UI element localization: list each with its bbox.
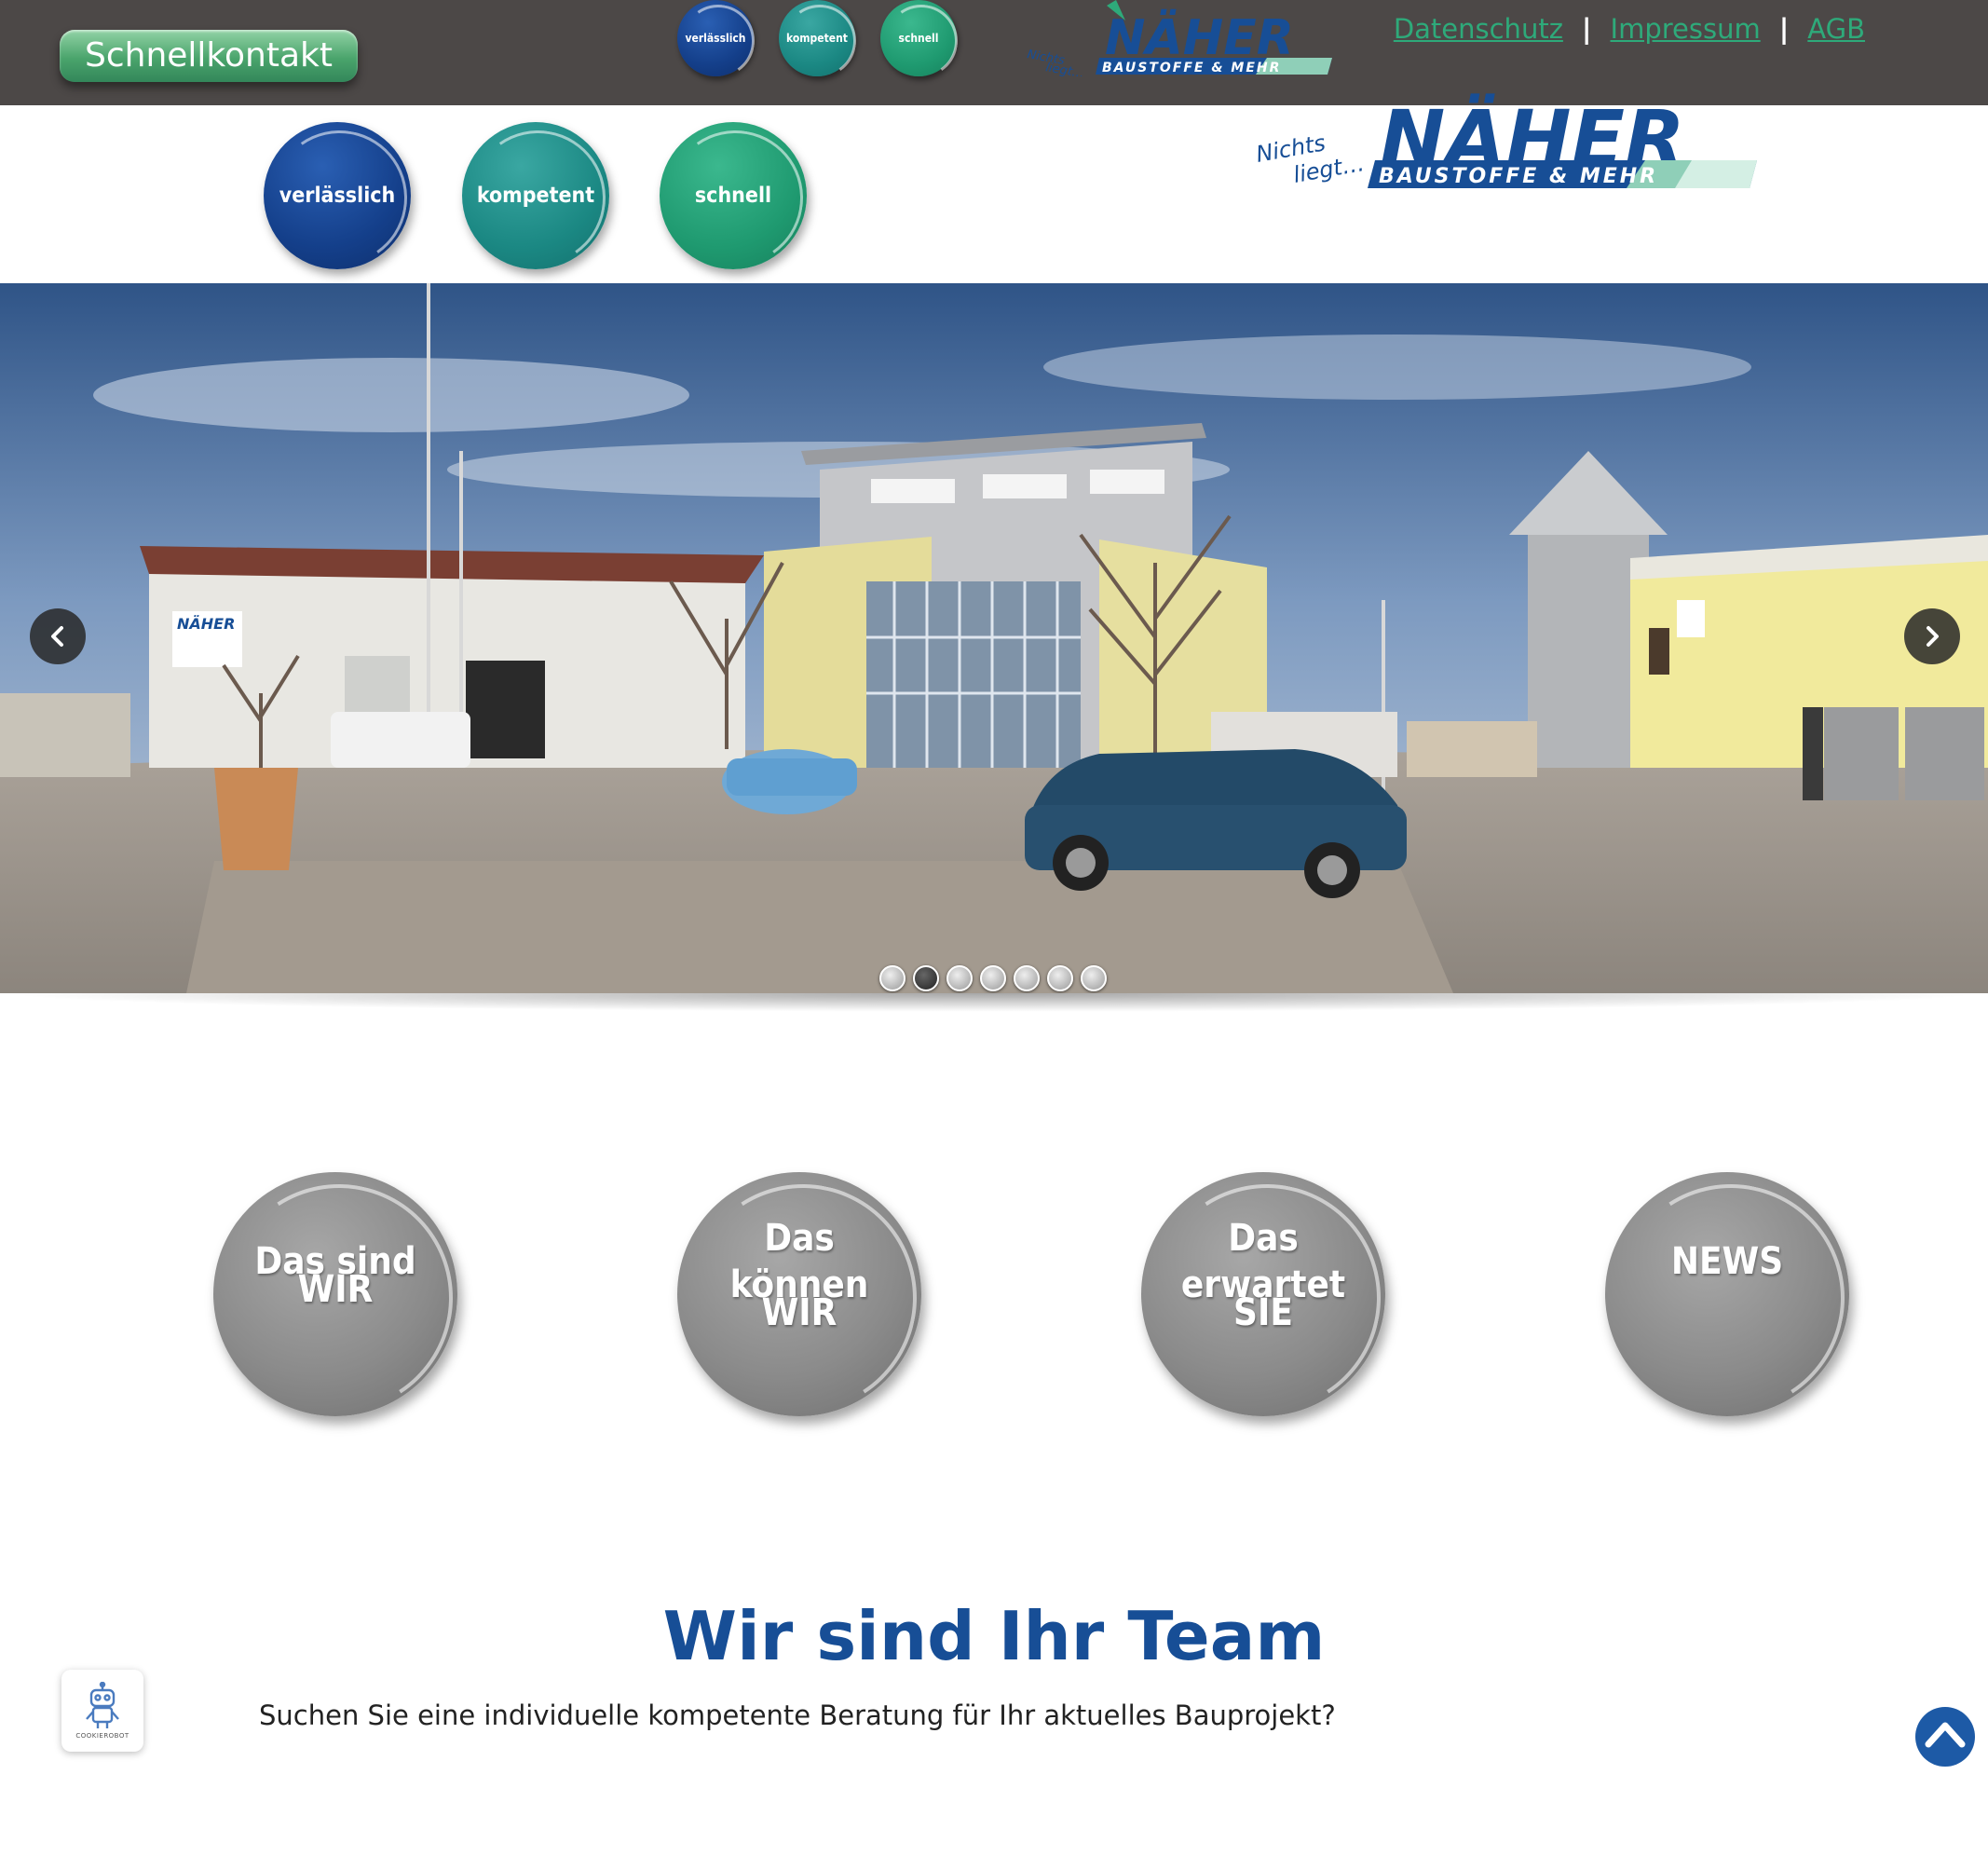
slider-pagination	[879, 965, 1107, 991]
badge-verlaesslich[interactable]: verlässlich	[264, 122, 411, 269]
slider-dot[interactable]	[946, 965, 973, 991]
feature-line-1: Das sind	[254, 1240, 416, 1283]
feature-line-2: SIE	[1233, 1291, 1293, 1334]
slider-dot[interactable]	[1047, 965, 1073, 991]
feature-line-2: WIR	[297, 1268, 374, 1311]
badge-schnell[interactable]: schnell	[660, 122, 807, 269]
legal-links: Datenschutz | Impressum | AGB	[1394, 13, 1865, 45]
feature-line-1: Das können	[729, 1217, 869, 1306]
chevron-left-icon	[51, 626, 63, 647]
cookie-label: COOKIEROBOT	[75, 1732, 129, 1740]
feature-line-1: Das erwartet	[1180, 1217, 1346, 1306]
badge-label: schnell	[898, 32, 939, 45]
feature-label: Das sind WIR	[254, 1240, 415, 1313]
slider-dot[interactable]	[1014, 965, 1040, 991]
chevron-right-icon	[1927, 626, 1939, 647]
imprint-link[interactable]: Impressum	[1611, 13, 1761, 45]
feature-what-to-expect[interactable]: Das erwartet SIE	[1141, 1172, 1385, 1416]
brand-logo[interactable]: NÄHER BAUSTOFFE & MEHR Nichts liegt…	[1254, 93, 1757, 196]
badge-kompetent[interactable]: kompetent	[462, 122, 609, 269]
team-heading: Wir sind Ihr Team	[662, 1597, 1326, 1675]
logo-sub-text: BAUSTOFFE & MEHR	[1379, 165, 1658, 188]
building-sign-text: NÄHER	[177, 615, 235, 633]
feature-label: Das können WIR	[692, 1217, 906, 1336]
brand-logo-small[interactable]: NÄHER BAUSTOFFE & MEHR Nichts liegt…	[1025, 0, 1332, 76]
feature-news[interactable]: NEWS	[1605, 1172, 1849, 1416]
link-separator: |	[1778, 13, 1790, 45]
hero-slider[interactable]: NÄHER	[0, 283, 1988, 993]
terms-link[interactable]: AGB	[1807, 13, 1865, 45]
slider-dot[interactable]	[879, 965, 905, 991]
hero-shadow	[0, 993, 1988, 1012]
slider-dot[interactable]	[1081, 965, 1107, 991]
feature-about-us[interactable]: Das sind WIR	[213, 1172, 457, 1416]
badge-schnell-small[interactable]: schnell	[880, 0, 957, 76]
slider-prev-button[interactable]	[30, 608, 86, 664]
link-separator: |	[1581, 13, 1592, 45]
slider-dot[interactable]	[913, 965, 939, 991]
logo-tagline-2: liegt…	[1044, 61, 1085, 76]
slider-dot[interactable]	[980, 965, 1006, 991]
logo-sub-text: BAUSTOFFE & MEHR	[1102, 61, 1281, 75]
slider-next-button[interactable]	[1904, 608, 1960, 664]
badge-verlaesslich-small[interactable]: verlässlich	[677, 0, 754, 76]
badge-label: schnell	[694, 184, 772, 208]
team-intro-text: Suchen Sie eine individuelle kompetente …	[259, 1699, 1336, 1731]
feature-label: Das erwartet SIE	[1156, 1217, 1370, 1336]
badge-kompetent-small[interactable]: kompetent	[779, 0, 855, 76]
feature-line-2: WIR	[761, 1291, 837, 1334]
badge-label: verlässlich	[279, 184, 396, 208]
top-bar: Schnellkontakt verlässlich kompetent sch…	[0, 0, 1988, 105]
feature-label: NEWS	[1671, 1240, 1783, 1285]
logo-brand-text: NÄHER	[1105, 9, 1294, 66]
robot-icon	[86, 1682, 119, 1728]
cookie-settings-button[interactable]: COOKIEROBOT	[61, 1670, 143, 1752]
feature-line-1: NEWS	[1670, 1240, 1784, 1283]
badge-label: verlässlich	[685, 32, 746, 45]
slide-image: NÄHER	[0, 283, 1988, 993]
quick-contact-button[interactable]: Schnellkontakt	[60, 30, 358, 82]
privacy-link[interactable]: Datenschutz	[1394, 13, 1563, 45]
feature-our-skills[interactable]: Das können WIR	[677, 1172, 921, 1416]
badge-label: kompetent	[786, 32, 848, 45]
chevron-up-icon	[1925, 1722, 1966, 1748]
scroll-to-top-button[interactable]	[1915, 1707, 1975, 1767]
badge-label: kompetent	[476, 184, 595, 208]
